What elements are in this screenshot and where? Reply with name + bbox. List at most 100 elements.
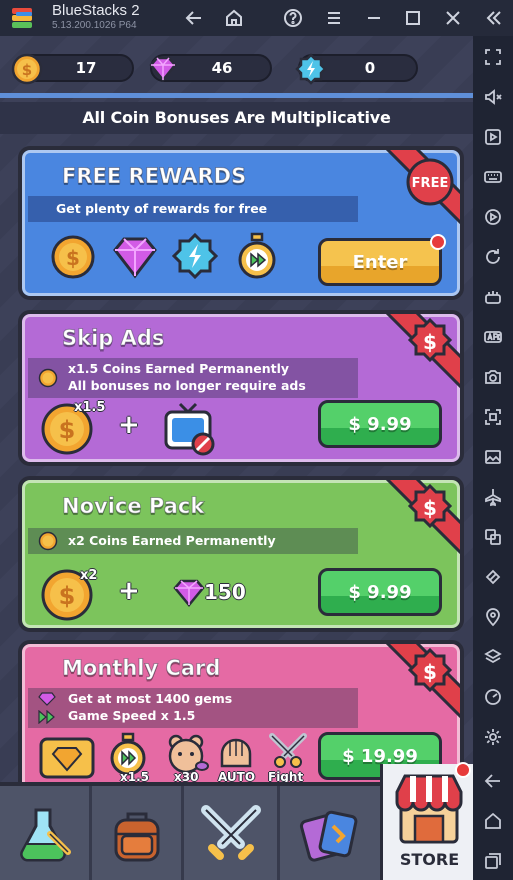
store-notification-dot: [455, 762, 471, 778]
minimize-icon[interactable]: [362, 6, 386, 30]
nav-lab[interactable]: [0, 786, 92, 880]
skip-ads-buy-button[interactable]: $ 9.99: [318, 400, 442, 448]
enter-button[interactable]: Enter: [318, 238, 442, 286]
macro-icon[interactable]: [482, 286, 504, 308]
free-ribbon: FREE: [385, 150, 460, 225]
nav-store[interactable]: STORE: [380, 762, 473, 880]
menu-icon[interactable]: [322, 6, 346, 30]
app-title: BlueStacks 2: [52, 2, 140, 19]
free-rewards-card[interactable]: FREE REWARDS Get plenty of rewards for f…: [18, 146, 464, 300]
gem-count: 46: [211, 59, 233, 77]
apk-icon[interactable]: [482, 326, 504, 348]
svg-text:$: $: [66, 246, 80, 270]
bottom-nav: STORE: [0, 762, 473, 880]
android-back-icon[interactable]: [482, 770, 504, 792]
home-icon[interactable]: [222, 6, 246, 30]
perk-line-2: All bonuses no longer require ads: [68, 378, 306, 393]
airplane-icon[interactable]: [482, 486, 504, 508]
location-icon[interactable]: [482, 606, 504, 628]
android-home-icon[interactable]: [482, 810, 504, 832]
coin-icon: $: [11, 53, 43, 85]
gem-counter: 46: [149, 54, 272, 83]
novice-pack-card[interactable]: Novice Pack x2 Coins Earned Permanently …: [18, 476, 464, 632]
game-viewport: $ 17 46 0 All Coin Bonuses Are Multiplic…: [0, 36, 473, 880]
region-capture-icon[interactable]: [482, 406, 504, 428]
coin-counter: $ 17: [11, 53, 134, 85]
coin-count: 17: [75, 59, 97, 77]
bonus-info-banner: All Coin Bonuses Are Multiplicative: [0, 102, 473, 134]
svg-text:$: $: [423, 496, 437, 520]
eco-mode-icon[interactable]: [482, 566, 504, 588]
plus-sign: +: [118, 410, 140, 440]
performance-icon[interactable]: [482, 686, 504, 708]
card-title: Monthly Card: [61, 656, 221, 681]
gem-icon: [113, 237, 157, 279]
card-subtitle: Get plenty of rewards for free: [56, 201, 268, 216]
multiplier-label: x2: [80, 568, 98, 583]
speed-stopwatch-icon: [238, 232, 276, 279]
energy-badge-icon: [295, 53, 327, 85]
screenshot-icon[interactable]: [482, 366, 504, 388]
energy-badge-icon: [172, 232, 218, 280]
crossed-swords-icon: [200, 805, 261, 860]
perk-line-1: x1.5 Coins Earned Permanently: [68, 361, 290, 376]
coin-icon: [38, 368, 58, 388]
settings-gear-icon[interactable]: [482, 726, 504, 748]
fullscreen-icon[interactable]: [482, 46, 504, 68]
price-ribbon: $: [385, 480, 460, 555]
svg-text:$: $: [59, 582, 76, 610]
back-arrow-icon[interactable]: [182, 6, 206, 30]
no-ads-tv-icon: [164, 402, 215, 456]
card-title: FREE REWARDS: [61, 164, 247, 189]
maximize-icon[interactable]: [401, 6, 425, 30]
card-title: Novice Pack: [61, 494, 205, 519]
store-label: STORE: [399, 850, 460, 869]
coin-icon: [38, 531, 58, 551]
coin-icon: $: [51, 235, 95, 279]
multiplier-label: x1.5: [74, 400, 106, 415]
layers-icon[interactable]: [482, 646, 504, 668]
emulator-sidebar: [473, 36, 513, 880]
store-shop-icon: [395, 774, 463, 844]
recent-apps-icon[interactable]: [482, 850, 504, 872]
svg-text:$: $: [59, 416, 76, 444]
collapse-sidebar-icon[interactable]: [482, 6, 506, 30]
divider-line: [0, 93, 473, 98]
svg-text:$: $: [423, 660, 437, 684]
gem-icon: [38, 692, 56, 706]
auto-hand-icon: [220, 738, 252, 768]
media-icon[interactable]: [482, 126, 504, 148]
bluestacks-logo-icon: [12, 8, 32, 28]
close-icon[interactable]: [441, 6, 465, 30]
energy-count: 0: [364, 59, 376, 77]
perk-line-1: Get at most 1400 gems: [68, 691, 233, 706]
price-ribbon: $: [385, 314, 460, 389]
plus-sign: +: [118, 576, 140, 606]
svg-text:FREE: FREE: [412, 176, 449, 191]
window-titlebar: BlueStacks 2 5.13.200.1026 P64: [0, 0, 513, 36]
svg-text:$: $: [22, 61, 32, 79]
perk-line-2: Game Speed x 1.5: [68, 708, 196, 723]
multi-instance-icon[interactable]: [482, 526, 504, 548]
fight-swords-icon: [269, 733, 307, 768]
novice-pack-buy-button[interactable]: $ 9.99: [318, 568, 442, 616]
fast-forward-icon: [38, 710, 55, 724]
rotate-icon[interactable]: [482, 246, 504, 268]
gem-icon: [173, 579, 205, 607]
volume-icon[interactable]: [482, 86, 504, 108]
gem-card-icon: [39, 737, 95, 779]
help-icon[interactable]: [281, 6, 305, 30]
nav-battle[interactable]: [184, 786, 280, 880]
card-title: Skip Ads: [61, 326, 165, 351]
skip-ads-card[interactable]: Skip Ads x1.5 Coins Earned Permanently A…: [18, 310, 464, 466]
app-version: 5.13.200.1026 P64: [52, 20, 137, 31]
record-icon[interactable]: [482, 206, 504, 228]
keyboard-icon[interactable]: [482, 166, 504, 188]
svg-text:$: $: [423, 330, 437, 354]
nav-cards[interactable]: [280, 786, 380, 880]
perk-line-1: x2 Coins Earned Permanently: [68, 533, 276, 548]
nav-backpack[interactable]: [92, 786, 184, 880]
cards-deck-icon: [299, 810, 358, 862]
price-ribbon: $: [385, 644, 460, 719]
gallery-icon[interactable]: [482, 446, 504, 468]
